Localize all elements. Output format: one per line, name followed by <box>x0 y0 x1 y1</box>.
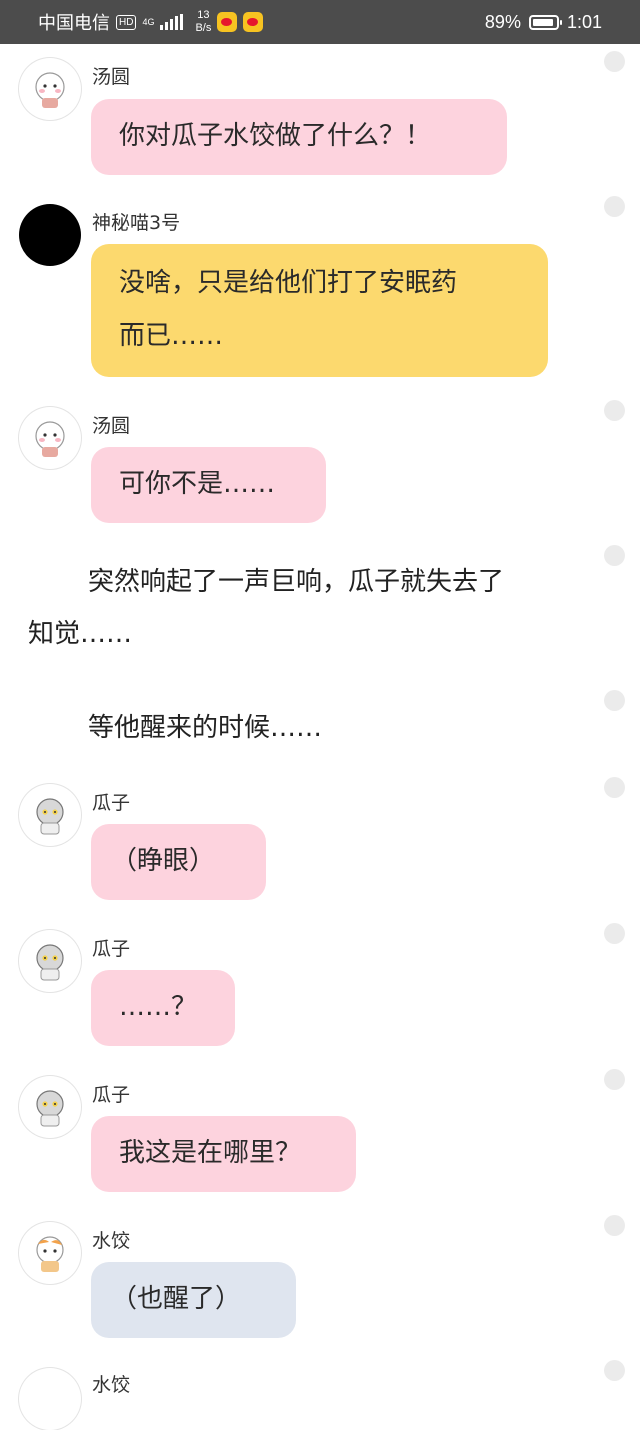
message-select-dot[interactable] <box>604 545 625 566</box>
message-select-dot[interactable] <box>604 1069 625 1090</box>
message-bubble[interactable]: 我这是在哪里？ <box>91 1116 356 1192</box>
sender-name: 瓜子 <box>92 1084 131 1106</box>
tangyuan-avatar[interactable] <box>19 407 81 469</box>
message-select-dot[interactable] <box>604 777 625 798</box>
cat-icon <box>36 1236 64 1272</box>
guazi-avatar[interactable] <box>19 930 81 992</box>
message-select-dot[interactable] <box>604 400 625 421</box>
message-select-dot[interactable] <box>604 51 625 72</box>
tangyuan-avatar[interactable] <box>19 58 81 120</box>
message-bubble[interactable]: 你对瓜子水饺做了什么？！ <box>91 99 507 175</box>
message-bubble[interactable]: ……？ <box>91 970 235 1046</box>
message-select-dot[interactable] <box>604 1360 625 1381</box>
message-select-dot[interactable] <box>604 690 625 711</box>
battery-icon <box>528 14 562 30</box>
status-bar: 中国电信 HD 4G 13 B/s 89% 1:01 <box>0 0 640 44</box>
narration-text: 突然响起了一声巨响，瓜子就失去了 知觉…… <box>28 567 505 649</box>
guazi-avatar[interactable] <box>19 1076 81 1138</box>
cat-icon <box>36 1090 64 1127</box>
shuijiao-avatar[interactable] <box>19 1368 81 1430</box>
message-bubble[interactable]: 没啥，只是给他们打了安眠药 而已…… <box>91 244 548 377</box>
sender-name: 瓜子 <box>92 938 131 960</box>
weibo-notification-icon <box>217 12 238 32</box>
narration-text: 等他醒来的时候…… <box>88 713 323 743</box>
network-speed: 13 B/s <box>195 9 212 34</box>
weibo-notification-icon <box>243 12 264 32</box>
sender-name: 神秘喵3号 <box>92 212 181 234</box>
sender-name: 瓜子 <box>92 792 131 814</box>
cat-icon <box>36 944 64 981</box>
signal-icon <box>160 14 184 30</box>
sender-name: 汤圆 <box>92 66 131 88</box>
message-select-dot[interactable] <box>604 1215 625 1236</box>
clock: 1:01 <box>566 11 602 32</box>
carrier-label: 中国电信 <box>38 13 110 33</box>
sender-name: 汤圆 <box>92 415 131 437</box>
hd-voice-icon: HD <box>116 14 137 30</box>
cat-icon <box>35 72 65 108</box>
message-select-dot[interactable] <box>604 196 625 217</box>
network-type-icon: 4G <box>142 17 155 27</box>
sender-name: 水饺 <box>92 1374 131 1396</box>
shuijiao-avatar[interactable] <box>19 1222 81 1284</box>
message-bubble[interactable]: 可你不是…… <box>91 447 326 523</box>
mystery-cat-avatar[interactable] <box>19 204 81 266</box>
message-bubble[interactable]: （也醒了） <box>91 1262 296 1338</box>
battery-percent: 89% <box>484 11 521 32</box>
cat-icon <box>36 798 64 835</box>
sender-name: 水饺 <box>92 1230 131 1252</box>
guazi-avatar[interactable] <box>19 784 81 846</box>
cat-icon <box>35 421 65 457</box>
message-select-dot[interactable] <box>604 923 625 944</box>
message-bubble[interactable]: （睁眼） <box>91 824 266 900</box>
